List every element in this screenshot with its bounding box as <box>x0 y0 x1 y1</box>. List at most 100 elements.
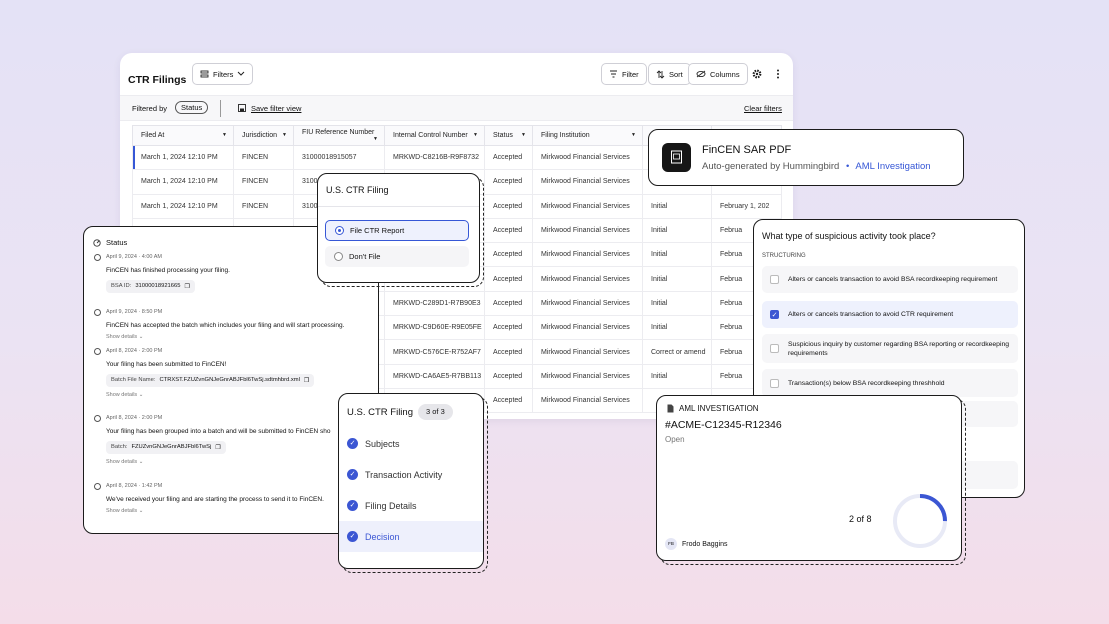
table-cell: Accepted <box>484 387 533 414</box>
case-id: #ACME-C12345-R12346 <box>665 419 782 431</box>
timeline-event: April 8, 2024 · 1:42 PM We've received yo… <box>94 483 324 514</box>
table-cell: Initial <box>642 363 712 389</box>
step-item[interactable]: ✓ Transaction Activity <box>339 459 483 490</box>
table-cell: 31000018915057 <box>293 144 385 171</box>
save-filter-view-link[interactable]: Save filter view <box>251 104 301 113</box>
option-label: Transaction(s) below BSA recordkeeping t… <box>788 379 945 387</box>
chevron-down-icon <box>237 71 245 77</box>
event-text: Your filing has been grouped into a batc… <box>106 428 331 435</box>
activity-option[interactable]: Transaction(s) below BSA recordkeeping t… <box>762 369 1018 397</box>
checkbox-icon <box>770 344 779 353</box>
activity-option[interactable]: ✓ Alters or cancels transaction to avoid … <box>762 301 1018 328</box>
option-label: Alters or cancels transaction to avoid C… <box>788 311 954 318</box>
table-cell: Mirkwood Financial Services <box>532 290 643 317</box>
event-date: April 8, 2024 · 2:00 PM <box>106 348 163 354</box>
option-dont-file[interactable]: Don't File <box>325 246 469 267</box>
fincen-title: FinCEN SAR PDF <box>702 144 792 156</box>
table-cell: Accepted <box>484 290 533 317</box>
column-header-label: Status <box>493 132 513 139</box>
event-date: April 8, 2024 · 2:00 PM <box>106 415 163 421</box>
chip-value: 31000018921665 <box>135 283 181 289</box>
progress-ring <box>890 491 950 551</box>
radio-icon <box>334 252 343 261</box>
event-date: April 9, 2024 · 8:50 PM <box>106 309 163 315</box>
chevron-down-icon: ⌄ <box>138 391 144 398</box>
event-date: April 8, 2024 · 1:42 PM <box>106 483 163 489</box>
step-item[interactable]: ✓ Decision <box>339 521 483 552</box>
show-details-link[interactable]: Show details ⌄ <box>106 508 324 514</box>
copy-icon[interactable]: ❐ <box>215 444 220 451</box>
chip-label: Batch File Name: <box>111 377 156 383</box>
sort-arrows-icon <box>656 69 665 79</box>
status-icon <box>93 238 101 247</box>
chip-label: Batch: <box>111 444 128 450</box>
column-header[interactable]: Internal Control Number ▼ <box>384 125 485 146</box>
check-circle-icon <box>94 254 101 261</box>
table-cell: Initial <box>642 217 712 244</box>
columns-button[interactable]: Columns <box>688 63 748 85</box>
pdf-document-icon <box>662 143 691 172</box>
option-label: File CTR Report <box>350 226 405 235</box>
checkbox-icon <box>770 378 779 388</box>
section-label: STRUCTURING <box>762 253 806 259</box>
filters-label: Filters <box>213 69 234 79</box>
option-label: Don't File <box>349 252 381 261</box>
table-cell: March 1, 2024 12:10 PM <box>132 193 234 219</box>
show-details-link[interactable]: Show details ⌄ <box>106 459 331 465</box>
ctr-decision-popup: U.S. CTR Filing File CTR Report Don't Fi… <box>317 173 480 283</box>
lines-filter-icon <box>609 70 618 78</box>
table-cell: Mirkwood Financial Services <box>532 193 643 219</box>
step-item[interactable]: ✓ Subjects <box>339 428 483 459</box>
check-circle-icon <box>94 483 101 490</box>
event-chip: BSA ID: 31000018921665 ❐ <box>106 279 195 293</box>
activity-option[interactable]: Suspicious inquiry by customer regarding… <box>762 334 1018 363</box>
check-circle-icon: ✓ <box>347 469 358 480</box>
divider <box>318 206 479 207</box>
table-cell: FINCEN <box>233 169 294 195</box>
chevron-down-icon: ⌄ <box>138 508 144 514</box>
sort-caret-icon: ▼ <box>373 136 378 142</box>
copy-icon[interactable]: ❐ <box>304 377 309 384</box>
column-header[interactable]: Status ▼ <box>484 125 533 146</box>
popup-title: U.S. CTR Filing <box>326 185 389 195</box>
option-file-ctr[interactable]: File CTR Report <box>325 220 469 241</box>
activity-option[interactable]: Alters or cancels transaction to avoid B… <box>762 266 1018 293</box>
question-title: What type of suspicious activity took pl… <box>762 231 936 241</box>
show-details-link[interactable]: Show details ⌄ <box>106 392 314 398</box>
column-header[interactable]: Filing Institution ▼ <box>532 125 643 146</box>
table-cell: Initial <box>642 290 712 317</box>
checkbox-checked-icon: ✓ <box>770 310 779 319</box>
sort-caret-icon: ▼ <box>282 132 287 138</box>
table-cell: Mirkwood Financial Services <box>532 169 643 195</box>
table-cell: Accepted <box>484 217 533 244</box>
sort-label: Sort <box>669 69 683 79</box>
gear-icon[interactable] <box>752 69 762 79</box>
filter-button[interactable]: Filter <box>601 63 647 85</box>
table-cell: Accepted <box>484 266 533 292</box>
columns-label: Columns <box>710 69 740 79</box>
event-chip: Batch: FZUZvnGNJeGnrABJFbl6TwSj ❐ <box>106 440 226 454</box>
more-vertical-icon[interactable] <box>776 69 780 79</box>
eye-off-icon <box>696 70 706 78</box>
table-cell: MRKWD-C576CE-R752AF7 <box>384 339 485 365</box>
column-header[interactable]: Filed At ▼ <box>132 125 234 146</box>
column-header-label: FIU Reference Number <box>302 129 375 136</box>
clear-filters-link[interactable]: Clear filters <box>744 104 782 113</box>
step-item[interactable]: ✓ Filing Details <box>339 490 483 521</box>
table-cell: Accepted <box>484 242 533 268</box>
filters-dropdown[interactable]: Filters <box>192 63 254 85</box>
divider <box>220 100 221 117</box>
table-cell: Initial <box>642 315 712 341</box>
chip-value: CTRXST.FZUZvnGNJeGnrABJFbl6TwSj.sdtmhbrd… <box>159 377 300 383</box>
aml-investigation-card[interactable]: AML INVESTIGATION #ACME-C12345-R12346 Op… <box>656 395 962 561</box>
copy-icon[interactable]: ❐ <box>184 283 189 290</box>
column-header[interactable]: FIU Reference Number ▼ <box>293 125 385 146</box>
fincen-sar-card[interactable]: FinCEN SAR PDF Auto-generated by Humming… <box>648 129 964 186</box>
sort-button[interactable]: Sort <box>648 63 691 85</box>
aml-investigation-link[interactable]: AML Investigation <box>855 161 930 172</box>
show-details-link[interactable]: Show details ⌄ <box>106 334 344 340</box>
column-header[interactable]: Jurisdiction ▼ <box>233 125 294 146</box>
step-label: Filing Details <box>365 500 417 511</box>
avatar: FB <box>665 538 677 550</box>
status-filter-pill[interactable]: Status <box>175 101 209 114</box>
